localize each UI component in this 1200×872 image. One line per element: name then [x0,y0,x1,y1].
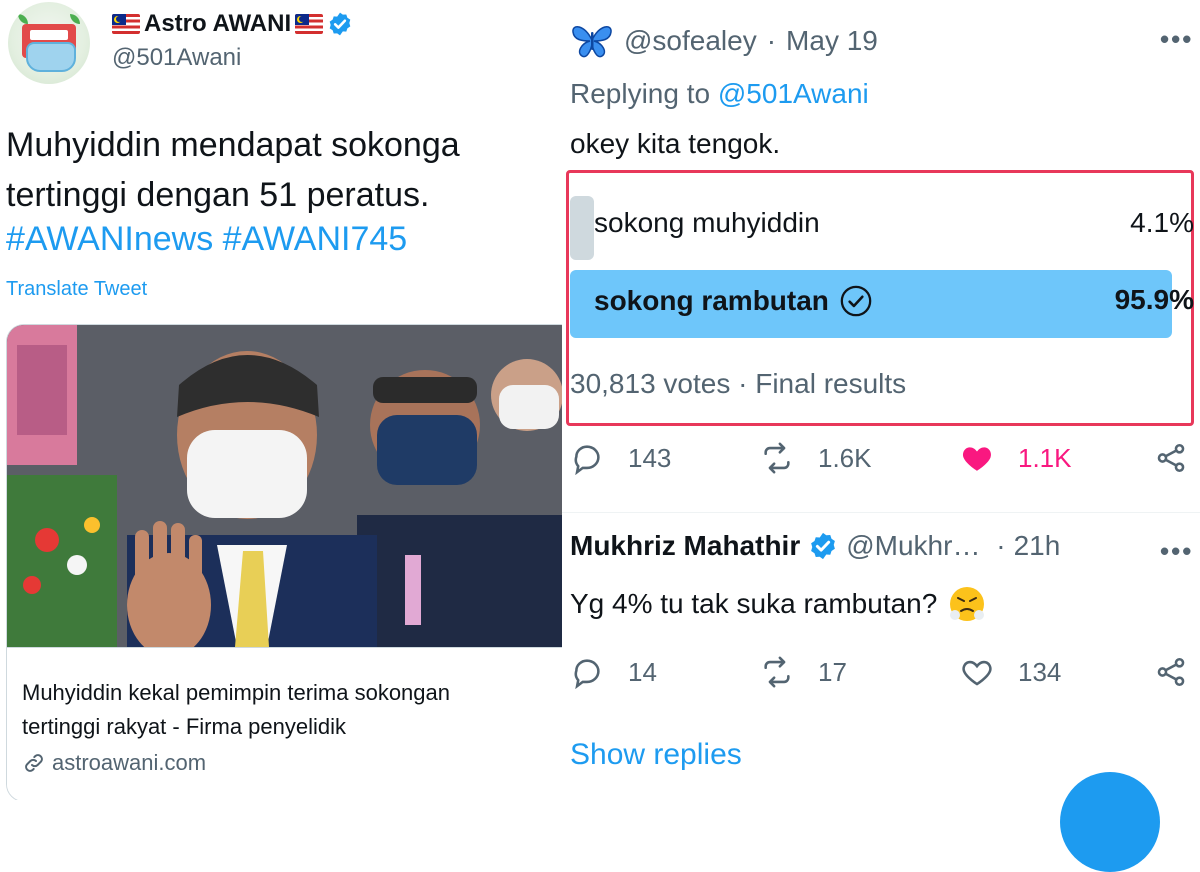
translate-tweet-link[interactable]: Translate Tweet [6,278,147,301]
news-photo [7,325,562,647]
compose-tweet-button[interactable] [1060,772,1160,872]
reply-actions: 143 1.6K 1.1K [570,438,1200,478]
replying-to-line: Replying to @501Awani [570,78,869,110]
divider [562,512,1200,513]
separator-dot: · [988,530,1006,561]
share-icon [1157,657,1185,687]
show-replies-link[interactable]: Show replies [570,738,742,772]
verified-badge-icon [329,12,351,36]
poll-option-1-percent: 4.1% [1130,207,1194,238]
retweet-icon [764,442,790,474]
poll-footer: 30,813 votes · Final results [570,368,906,400]
heart-filled-icon [963,447,991,471]
retweet-action[interactable]: 1.6K [760,441,960,475]
retweet-count: 17 [818,656,847,687]
poll-option-2-row: sokong rambutan [594,284,873,318]
card-domain-row[interactable]: astroawani.com [22,750,206,776]
second-reply-text-row: Yg 4% tu tak suka rambutan? [570,584,987,624]
replying-to-handle[interactable]: @501Awani [718,78,869,109]
retweet-count: 1.6K [818,442,872,473]
reply-header: @sofealey · May 19 [570,22,878,60]
display-name-row[interactable]: Astro AWANI [112,10,353,38]
poll-option-1-label: sokong muhyiddin [594,207,820,238]
retweet-icon [764,656,790,688]
verified-badge-icon [811,532,836,560]
share-action[interactable] [1154,655,1188,689]
poll-option-2-label: sokong rambutan [594,285,829,316]
second-reply-name[interactable]: Mukhriz Mahathir [570,530,800,562]
reply-action[interactable]: 14 [570,655,760,689]
poll-votes: 30,813 votes [570,368,731,399]
like-count: 1.1K [1018,442,1072,473]
reply-count: 143 [628,442,672,473]
steam-face-emoji-icon [950,587,985,621]
check-circle-icon [840,285,872,317]
poll-bar-option-1 [570,196,594,260]
separator-dot: · [738,368,756,399]
malaysia-flag-icon [112,14,140,34]
second-reply-text: Yg 4% tu tak suka rambutan? [570,588,938,619]
reply-handle[interactable]: @sofealey [624,25,757,57]
reply-thread-panel: @sofealey · May 19 ••• Replying to @501A… [562,0,1200,872]
second-reply-header: Mukhriz Mahathir @Mukhr… · 21h [570,530,1060,562]
left-tweet-panel: Astro AWANI @501Awani Muhyiddin mendapat… [0,0,562,800]
card-domain: astroawani.com [52,750,207,775]
like-count: 134 [1018,656,1062,687]
heart-outline-icon [962,660,992,686]
second-reply-actions: 14 17 134 [570,652,1200,692]
malaysia-flag-icon [295,14,324,34]
like-action[interactable]: 134 [960,655,1154,689]
reply-count: 14 [628,656,657,687]
hashtag-links[interactable]: #AWANInews #AWANI745 [6,220,407,259]
reply-text: okey kita tengok. [570,128,781,159]
card-title[interactable]: Muhyiddin kekal pemimpin terima sokongan… [22,676,562,744]
link-icon [25,754,43,772]
share-icon [1157,443,1185,473]
second-reply-handle[interactable]: @Mukhr… [846,530,980,562]
more-options-icon[interactable]: ••• [1160,536,1193,567]
separator-dot: · [766,25,777,56]
reply-date[interactable]: May 19 [786,25,878,57]
comment-icon [574,659,600,689]
butterfly-avatar-icon[interactable] [570,22,614,60]
poll-status: Final results [755,368,907,399]
share-action[interactable] [1154,441,1188,475]
more-options-icon[interactable]: ••• [1160,24,1193,55]
replying-prefix: Replying to [570,78,711,109]
reply-action[interactable]: 143 [570,441,760,475]
display-name[interactable]: Astro AWANI [144,10,291,38]
comment-icon [574,445,600,475]
like-action[interactable]: 1.1K [960,441,1154,475]
poll-option-2-percent: 95.9% [1114,284,1194,315]
second-reply-time[interactable]: 21h [1014,530,1061,562]
handle[interactable]: @501Awani [112,44,241,72]
retweet-action[interactable]: 17 [760,655,960,689]
astro-awani-avatar[interactable] [8,2,90,84]
tweet-text: Muhyiddin mendapat sokonga tertinggi den… [6,126,460,214]
